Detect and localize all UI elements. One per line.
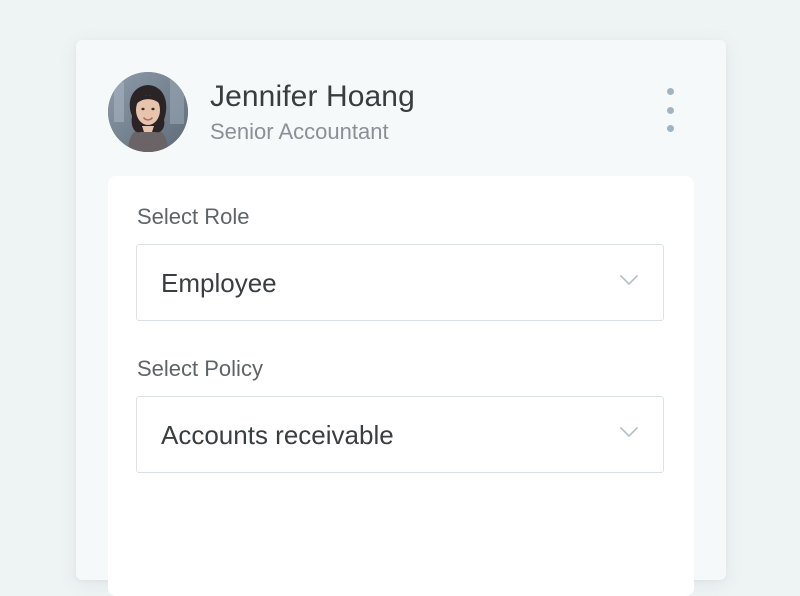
policy-select[interactable]: Accounts receivable	[136, 396, 664, 473]
avatar	[108, 72, 188, 152]
settings-panel: Select Role Employee Select Policy Accou…	[108, 176, 694, 596]
chevron-down-icon	[620, 427, 638, 437]
role-label: Select Role	[137, 204, 250, 229]
user-name: Jennifer Hoang	[210, 80, 415, 113]
more-options-button[interactable]	[656, 88, 684, 132]
more-vertical-icon	[666, 88, 674, 95]
avatar-photo	[108, 72, 188, 152]
policy-select-value: Accounts receivable	[161, 420, 394, 450]
role-select[interactable]: Employee	[136, 244, 664, 321]
role-select-value: Employee	[161, 268, 277, 298]
more-vertical-icon-dot	[666, 125, 674, 132]
user-title: Senior Accountant	[210, 119, 389, 144]
more-vertical-icon-dot	[666, 106, 674, 114]
user-role-card: Jennifer Hoang Senior Accountant Select …	[76, 40, 726, 596]
chevron-down-icon	[620, 275, 638, 285]
policy-label: Select Policy	[137, 356, 263, 381]
